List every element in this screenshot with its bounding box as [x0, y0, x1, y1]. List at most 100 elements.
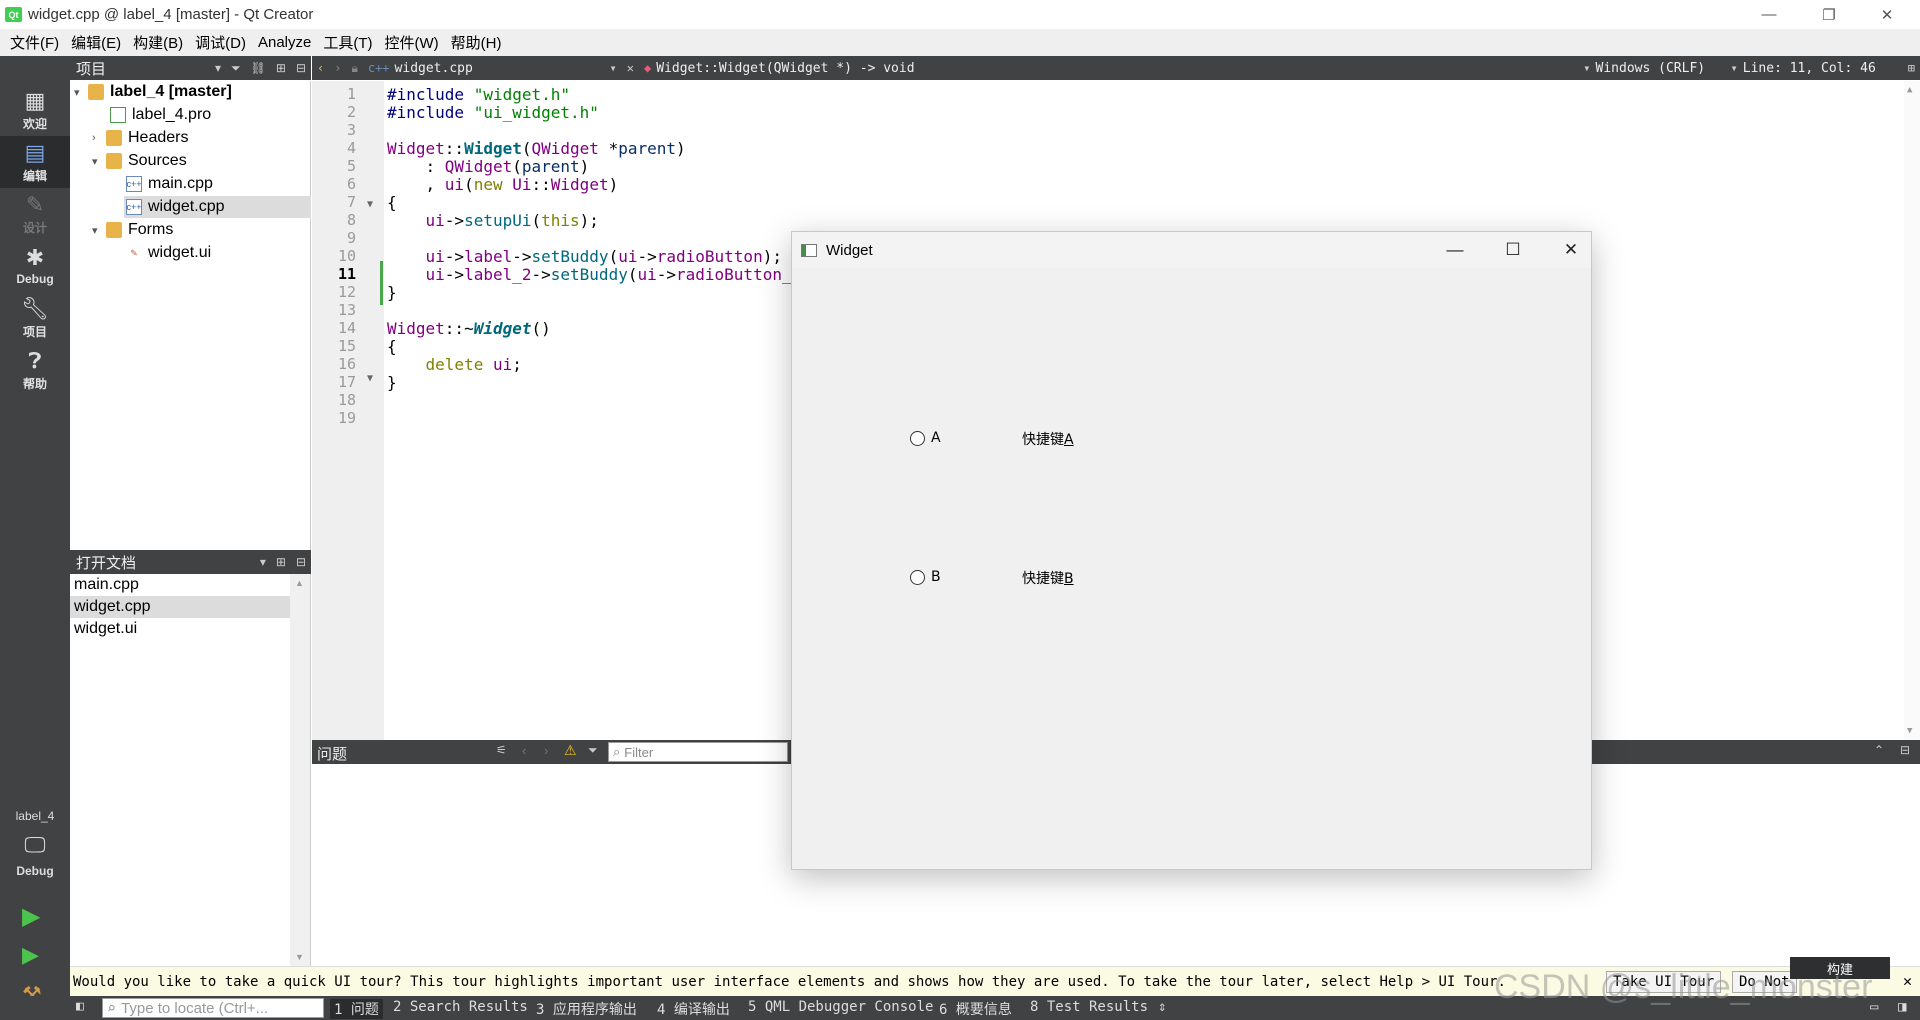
line-ending-selector[interactable]: Windows (CRLF): [1596, 61, 1726, 76]
back-icon[interactable]: ‹: [317, 61, 324, 75]
split-icon[interactable]: ⊞: [1908, 61, 1915, 75]
tab-issues[interactable]: 1 问题: [330, 999, 383, 1019]
radio-button-a[interactable]: A: [910, 430, 941, 446]
editor-scrollbar[interactable]: ▲ ▼: [1904, 81, 1920, 740]
issues-filter-input[interactable]: ⌕ Filter: [608, 742, 788, 762]
mode-edit[interactable]: ▤ 编辑: [0, 136, 70, 188]
radio-button-b[interactable]: B: [910, 569, 941, 585]
tree-item-main-cpp[interactable]: c++ main.cpp: [126, 173, 213, 195]
split-icon[interactable]: ⊞: [276, 555, 286, 569]
sidebar-toggle-icon[interactable]: ◧: [76, 999, 84, 1014]
chevron-down-icon[interactable]: ▾: [74, 86, 88, 99]
scroll-up-icon[interactable]: ▲: [295, 578, 304, 588]
prev-icon[interactable]: ‹: [522, 743, 526, 758]
filter-icon[interactable]: ⏷: [231, 61, 241, 76]
monitor-icon[interactable]: 🖵︎: [0, 828, 70, 862]
widget-app-window: Widget — ☐ ✕ A 快捷键A B 快捷键B: [791, 231, 1592, 870]
open-doc-item[interactable]: widget.ui: [70, 618, 290, 640]
fold-arrow-icon[interactable]: ▼: [367, 199, 373, 210]
code-line: }: [387, 283, 397, 302]
link-icon[interactable]: ⛓: [251, 61, 266, 75]
menu-analyze[interactable]: Analyze: [252, 34, 317, 51]
close-document-icon[interactable]: ✕: [627, 61, 634, 75]
maximize-panel-icon[interactable]: ⌃: [1874, 743, 1884, 757]
filter-icon[interactable]: ⏷: [588, 743, 598, 758]
chevron-right-icon[interactable]: ›: [92, 132, 106, 144]
chevron-down-icon[interactable]: ▾: [92, 224, 106, 237]
tree-item-forms[interactable]: ▾ Forms: [92, 219, 173, 241]
close-button[interactable]: ✕: [1858, 0, 1916, 29]
close-pane-icon[interactable]: ⊟: [296, 61, 306, 75]
tab-general-messages[interactable]: 6 概要信息: [939, 999, 1012, 1019]
mode-projects[interactable]: 🔧︎ 项目: [0, 292, 70, 344]
clean-icon[interactable]: ⚟: [496, 743, 507, 757]
tree-item-widget-cpp[interactable]: c++ widget.cpp: [124, 196, 311, 218]
forward-icon[interactable]: ›: [334, 61, 341, 75]
scroll-down-icon[interactable]: ▼: [295, 952, 304, 962]
mode-help[interactable]: ❓︎ 帮助: [0, 344, 70, 396]
menu-widgets[interactable]: 控件(W): [379, 32, 445, 53]
chevron-down-icon[interactable]: ▾: [92, 155, 106, 168]
current-file-name[interactable]: widget.cpp: [395, 61, 605, 76]
mode-bar: ▦ 欢迎 ▤ 编辑 ✎ 设计 ✱ Debug 🔧︎ 项目 ❓︎ 帮助 label…: [0, 56, 70, 1020]
tab-search-results[interactable]: 2 Search Results: [393, 999, 528, 1015]
close-panel-icon[interactable]: ⊟: [1900, 743, 1910, 757]
tab-application-output[interactable]: 3 应用程序输出: [536, 999, 637, 1019]
tab-qml-debugger-console[interactable]: 5 QML Debugger Console: [748, 999, 933, 1015]
line-number: 4: [346, 139, 356, 157]
chevron-down-icon[interactable]: ▾: [1731, 61, 1738, 75]
locator-input[interactable]: ⌕ Type to locate (Ctrl+...: [102, 998, 324, 1018]
more-tabs-icon[interactable]: ⇕: [1158, 999, 1166, 1015]
open-docs-scrollbar[interactable]: ▲ ▼: [290, 574, 310, 966]
fold-arrow-icon[interactable]: ▼: [367, 373, 373, 384]
tree-item-widget-ui[interactable]: ✎ widget.ui: [126, 242, 211, 264]
menu-debug[interactable]: 调试(D): [189, 32, 252, 53]
chevron-down-icon[interactable]: ▾: [1583, 61, 1590, 75]
widget-maximize-button[interactable]: ☐: [1484, 232, 1542, 268]
run-icon[interactable]: ▶: [22, 902, 40, 931]
pencil-icon: ✎: [25, 191, 45, 217]
menu-file[interactable]: 文件(F): [4, 32, 65, 53]
tree-item-pro-file[interactable]: label_4.pro: [110, 104, 211, 126]
split-icon[interactable]: ⊞: [276, 61, 286, 75]
close-infobar-icon[interactable]: ✕: [1903, 972, 1912, 990]
tree-item-headers[interactable]: › Headers: [92, 127, 188, 149]
menu-build[interactable]: 构建(B): [127, 32, 189, 53]
lock-icon: 🔒︎: [351, 60, 358, 75]
cpp-file-icon: c++: [126, 199, 142, 215]
debug-run-icon[interactable]: ▶: [22, 942, 39, 968]
scroll-down-icon[interactable]: ▼: [1907, 726, 1912, 736]
chevron-down-icon[interactable]: ▾: [215, 61, 221, 75]
close-pane-icon[interactable]: ⊟: [296, 555, 306, 569]
widget-close-button[interactable]: ✕: [1542, 232, 1600, 268]
tree-item-sources[interactable]: ▾ Sources: [92, 150, 187, 172]
chevron-down-icon[interactable]: ▾: [610, 61, 617, 75]
tree-item-project[interactable]: ▾ label_4 [master]: [74, 81, 232, 103]
tab-test-results[interactable]: 8 Test Results: [1030, 999, 1148, 1015]
menu-tools[interactable]: 工具(T): [317, 32, 378, 53]
cursor-position[interactable]: Line: 11, Col: 46: [1743, 61, 1903, 76]
open-doc-item[interactable]: main.cpp: [70, 574, 290, 596]
scroll-up-icon[interactable]: ▲: [1907, 85, 1912, 95]
minimize-button[interactable]: —: [1740, 0, 1798, 29]
mode-design[interactable]: ✎ 设计: [0, 188, 70, 240]
open-doc-item[interactable]: widget.cpp: [70, 596, 290, 618]
menu-edit[interactable]: 编辑(E): [65, 32, 127, 53]
radio-circle[interactable]: [910, 430, 925, 446]
next-icon[interactable]: ›: [544, 743, 548, 758]
radio-label: B: [931, 569, 941, 585]
widget-minimize-button[interactable]: —: [1426, 232, 1484, 268]
mode-debug[interactable]: ✱ Debug: [0, 240, 70, 292]
menu-help[interactable]: 帮助(H): [445, 32, 508, 53]
tab-compile-output[interactable]: 4 编译输出: [657, 999, 730, 1019]
current-symbol[interactable]: Widget::Widget(QWidget *) -> void: [656, 61, 914, 76]
restore-button[interactable]: ❐: [1800, 0, 1858, 29]
chevron-down-icon[interactable]: ▾: [260, 555, 266, 569]
radio-circle[interactable]: [910, 569, 925, 585]
pro-file-icon: [110, 107, 126, 123]
line-number: 6: [346, 175, 356, 193]
mode-welcome[interactable]: ▦ 欢迎: [0, 84, 70, 136]
cpp-file-icon: c++: [126, 176, 142, 192]
warning-icon[interactable]: ⚠: [564, 742, 577, 759]
output-toggle-icon[interactable]: ◨: [1898, 999, 1906, 1015]
